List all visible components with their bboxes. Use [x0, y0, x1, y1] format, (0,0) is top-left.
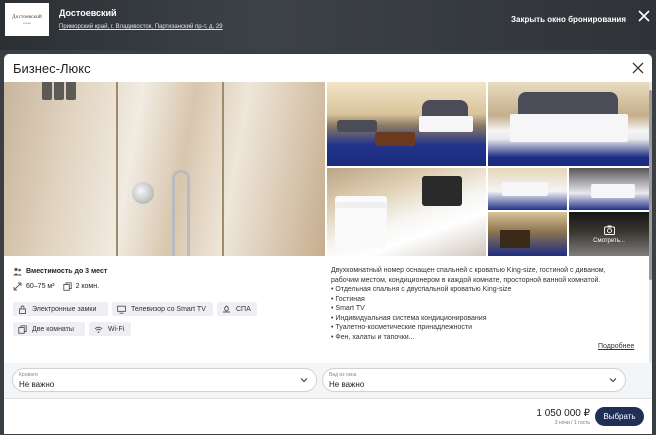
room-modal: Бизнес-Люкс Смотреть... Вместимость до 3… [4, 54, 652, 434]
gallery-more-button[interactable]: Смотреть... [569, 212, 649, 256]
amenity-label: Электронные замки [32, 305, 97, 313]
gallery-photo-small-2[interactable] [569, 168, 649, 210]
modal-scrollbar-thumb[interactable] [649, 90, 652, 280]
close-booking-button[interactable]: Закрыть окно бронирования [511, 15, 626, 24]
area-icon [13, 282, 22, 291]
beds-select[interactable]: Кровати Не важно [12, 368, 317, 392]
gallery-photo-small-1[interactable] [488, 168, 567, 210]
gallery-photo-towels[interactable] [327, 168, 486, 256]
room-title: Бизнес-Люкс [13, 61, 91, 76]
rooms-count-icon [62, 282, 72, 291]
amenity-chip: Wi-Fi [89, 322, 131, 336]
amenity-chip: СПА [217, 302, 257, 316]
description-line: • Индивидуальная система кондиционирован… [331, 314, 487, 322]
description-line: • Smart TV [331, 305, 365, 312]
gallery-more-label: Смотреть... [593, 237, 625, 244]
spa-icon [222, 304, 231, 314]
room-description: Двухкомнатный номер оснащен спальней с к… [331, 266, 631, 342]
amenity-label: Wi-Fi [108, 325, 125, 333]
description-line: рабочим местом, кондиционером в каждой к… [331, 276, 601, 284]
gallery-photo-bathroom[interactable] [4, 82, 325, 256]
logo-subtext: отель [23, 20, 31, 25]
guests-icon [13, 267, 22, 276]
chevron-down-icon [300, 378, 308, 383]
amenity-label: Телевизор со Smart TV [131, 305, 206, 313]
more-details-link[interactable]: Подробнее [598, 343, 634, 350]
modal-header: Бизнес-Люкс [4, 54, 652, 82]
view-select-label: Вид из окна [329, 372, 357, 378]
lock-icon [18, 305, 27, 314]
beds-select-value: Не важно [19, 380, 55, 389]
room-summary: Вместимость до 3 мест 60–75 м² 2 комн. [13, 266, 323, 292]
choose-room-button[interactable]: Выбрать [595, 407, 644, 426]
close-booking-icon[interactable] [637, 9, 651, 23]
amenity-label: СПА [236, 305, 251, 313]
hotel-address-link[interactable]: Приморский край, г. Владивосток, Партиза… [59, 24, 223, 30]
description-line: Двухкомнатный номер оснащен спальней с к… [331, 267, 606, 274]
description-line: • Туалетно-косметические принадлежности [331, 324, 473, 331]
capacity-row: Вместимость до 3 мест [13, 266, 323, 277]
room-gallery: Смотреть... [4, 82, 649, 256]
tv-icon [117, 305, 126, 314]
view-select[interactable]: Вид из окна Не важно [322, 368, 626, 392]
amenity-chip: Телевизор со Smart TV [112, 302, 213, 316]
hotel-logo: Достоевский отель [5, 3, 49, 36]
gallery-photo-bedroom[interactable] [488, 82, 649, 166]
price-total: 1 050 000 ₽ [536, 408, 590, 419]
description-line: • Отдельная спальня с двуспальной кроват… [331, 286, 512, 293]
logo-text: Достоевский [12, 14, 42, 20]
capacity-text: Вместимость до 3 мест [26, 268, 108, 275]
room-filters: Кровати Не важно Вид из окна Не важно [4, 363, 652, 398]
gallery-photo-living[interactable] [327, 82, 486, 166]
chevron-down-icon [609, 378, 617, 383]
rooms-icon [18, 324, 27, 334]
amenity-label: Две комнаты [32, 325, 74, 333]
wifi-icon [94, 325, 103, 334]
price-note: 3 ночи / 1 гость [554, 420, 590, 426]
description-line: • Гостиная [331, 295, 365, 303]
gallery-photo-small-3[interactable] [488, 212, 567, 256]
amenity-chip: Две комнаты [13, 322, 85, 336]
beds-select-label: Кровати [19, 372, 38, 378]
booking-footer: 1 050 000 ₽ 3 ночи / 1 гость Выбрать [4, 398, 652, 434]
hotel-name: Достоевский [59, 8, 117, 18]
camera-icon [603, 225, 615, 235]
view-select-value: Не важно [329, 380, 365, 389]
hotel-header: Достоевский отель Достоевский Приморский… [0, 0, 656, 50]
modal-close-icon[interactable] [632, 62, 644, 74]
amenity-chip: Электронные замки [13, 302, 108, 316]
description-line: • Фен, халаты и тапочки... [331, 333, 415, 341]
area-text: 60–75 м² [26, 283, 55, 290]
size-row: 60–75 м² 2 комн. [13, 281, 323, 292]
rooms-text: 2 комн. [75, 283, 100, 290]
